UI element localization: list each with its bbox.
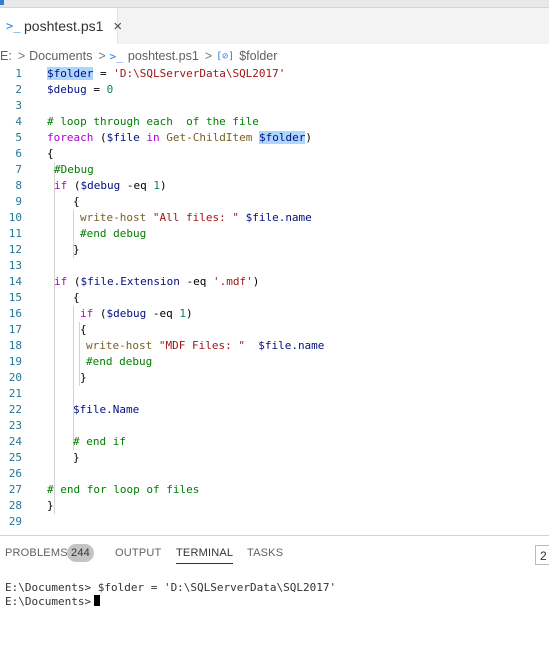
tab-label: poshtest.ps1 — [24, 18, 104, 34]
variable-icon: [⊘] — [216, 50, 235, 62]
terminal-cursor — [94, 595, 101, 606]
powershell-icon: >_ — [6, 19, 21, 33]
line-number: 26 — [8, 467, 22, 480]
tab-poshtest[interactable]: >_ poshtest.ps1 × — [0, 8, 122, 44]
line-number: 14 — [8, 275, 22, 288]
line-number: 20 — [8, 371, 22, 384]
code-line: { — [73, 195, 80, 208]
terminal-output-line: E:\Documents> $folder = 'D:\SQLServerDat… — [5, 581, 337, 594]
bottom-panel: PROBLEMS 244 OUTPUT TERMINAL TASKS 2 E:\… — [0, 535, 549, 652]
line-number: 22 — [8, 403, 22, 416]
line-number: 3 — [15, 99, 22, 112]
line-number: 21 — [8, 387, 22, 400]
problems-count-badge: 244 — [67, 544, 94, 562]
terminal-prompt-line[interactable]: E:\Documents> — [5, 595, 101, 609]
code-line: # end for loop of files — [47, 483, 200, 496]
chevron-right-icon: > — [17, 49, 26, 63]
code-line: $file.Name — [73, 403, 140, 416]
code-line: } — [73, 451, 80, 464]
code-line: #Debug — [54, 163, 94, 176]
editor-tab-bar: >_ poshtest.ps1 × — [0, 8, 549, 44]
breadcrumb-symbol[interactable]: $folder — [239, 49, 277, 63]
line-number: 2 — [15, 83, 22, 96]
line-number: 15 — [8, 291, 22, 304]
powershell-icon: >_ — [109, 49, 123, 63]
terminal-prompt: E:\Documents> — [5, 595, 92, 608]
line-number: 1 — [15, 67, 22, 80]
powershell-icon — [0, 0, 4, 5]
code-line: # end if — [73, 435, 126, 448]
code-line: $debug = 0 — [47, 83, 114, 96]
line-number: 24 — [8, 435, 22, 448]
terminal-selector[interactable]: 2 — [535, 545, 549, 565]
line-number: 19 — [8, 355, 22, 368]
tab-output[interactable]: OUTPUT — [115, 547, 161, 559]
line-number: 29 — [8, 515, 22, 528]
line-number: 16 — [8, 307, 22, 320]
line-number: 9 — [15, 195, 22, 208]
line-number: 8 — [15, 179, 22, 192]
code-line: { — [47, 147, 54, 160]
code-line: if ($debug -eq 1) — [80, 307, 193, 320]
code-line: #end debug — [80, 227, 147, 240]
line-number: 18 — [8, 339, 22, 352]
line-number: 5 — [15, 131, 22, 144]
code-line: { — [73, 291, 80, 304]
line-number: 11 — [8, 227, 22, 240]
line-number: 27 — [8, 483, 22, 496]
line-number: 4 — [15, 115, 22, 128]
close-icon[interactable]: × — [113, 18, 122, 35]
code-line: if ($file.Extension -eq '.mdf') — [54, 275, 260, 288]
line-number: 25 — [8, 451, 22, 464]
chevron-right-icon: > — [98, 49, 106, 63]
title-strip — [0, 0, 549, 8]
code-line: write-host "All files: " $file.name — [80, 211, 312, 224]
line-number: 6 — [15, 147, 22, 160]
tab-terminal[interactable]: TERMINAL — [176, 547, 234, 564]
line-number: 23 — [8, 419, 22, 432]
code-line: foreach ($file in Get-ChildItem $folder) — [47, 131, 312, 144]
breadcrumb-root[interactable]: E: — [0, 49, 12, 63]
tab-problems[interactable]: PROBLEMS — [5, 547, 68, 559]
line-number: 10 — [8, 211, 22, 224]
code-line: } — [47, 499, 54, 512]
line-number: 7 — [15, 163, 22, 176]
code-editor[interactable]: 1 $folder = 'D:\SQLServerData\SQL2017' 2 $… — [0, 66, 549, 535]
line-number: 17 — [8, 323, 22, 336]
tab-tasks[interactable]: TASKS — [247, 547, 283, 559]
code-line: } — [80, 371, 87, 384]
panel-tabs: PROBLEMS 244 OUTPUT TERMINAL TASKS — [0, 544, 549, 566]
code-line: if ($debug -eq 1) — [54, 179, 167, 192]
breadcrumb-file[interactable]: poshtest.ps1 — [128, 49, 199, 63]
line-number: 28 — [8, 499, 22, 512]
code-line: { — [80, 323, 87, 336]
chevron-right-icon: > — [204, 49, 213, 63]
line-number: 13 — [8, 259, 22, 272]
code-line: # loop through each of the file — [47, 115, 259, 128]
code-line: $folder = 'D:\SQLServerData\SQL2017' — [47, 67, 286, 80]
code-line: write-host "MDF Files: " $file.name — [86, 339, 325, 352]
code-line: } — [73, 243, 80, 256]
line-number: 12 — [8, 243, 22, 256]
breadcrumb: E: > Documents > >_ poshtest.ps1 > [⊘] $… — [0, 46, 549, 66]
breadcrumb-folder[interactable]: Documents — [29, 49, 92, 63]
code-line: #end debug — [86, 355, 153, 368]
